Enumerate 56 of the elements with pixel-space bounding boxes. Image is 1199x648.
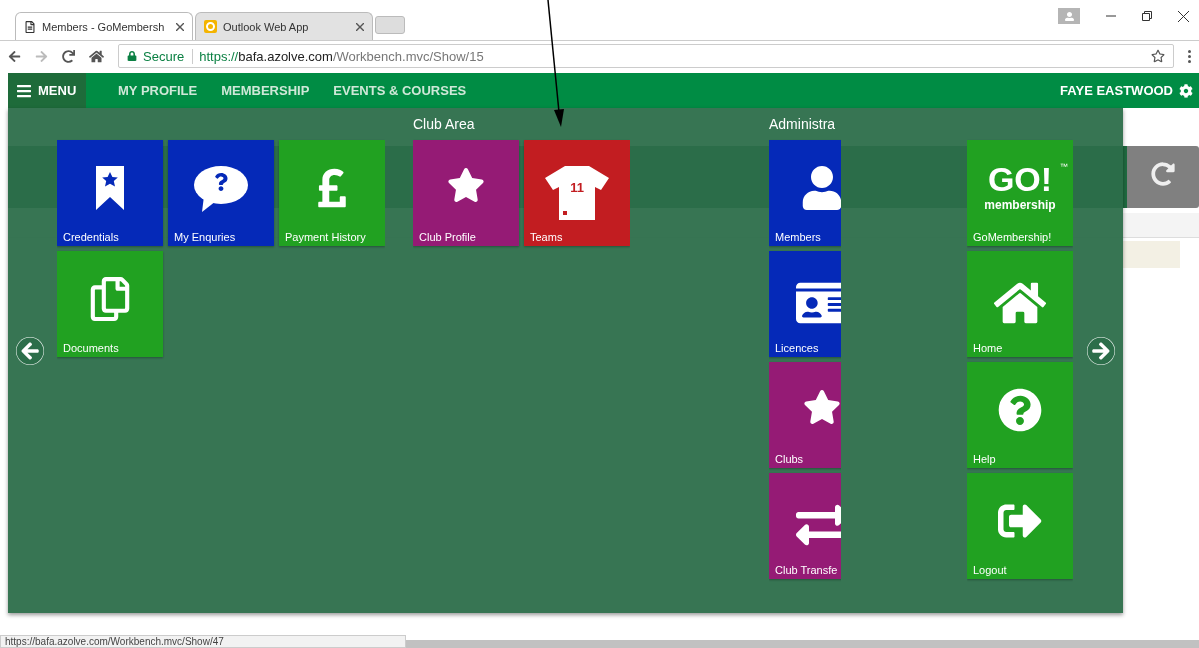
- nav-link[interactable]: EVENTS & COURSES: [333, 83, 467, 98]
- next-button[interactable]: [1087, 337, 1115, 365]
- menu-button[interactable]: MENU: [8, 73, 86, 108]
- scrollbar[interactable]: [406, 640, 1199, 648]
- url-text: https://bafa.azolve.com/Workbench.mvc/Show/15: [199, 48, 484, 64]
- menu-tile[interactable]: Payment History: [279, 140, 385, 246]
- refresh-icon: [1151, 162, 1175, 186]
- menu-tile[interactable]: Logout: [967, 473, 1073, 579]
- bookmark-star-icon: [96, 166, 124, 210]
- restore-icon[interactable]: [1142, 11, 1152, 21]
- nav-link[interactable]: MEMBERSHIP: [221, 83, 310, 98]
- documents-icon: [88, 277, 132, 321]
- menu-tile[interactable]: My Enquries: [168, 140, 274, 246]
- menu-tile[interactable]: 11 Teams: [524, 140, 630, 246]
- settings-icon[interactable]: [1179, 83, 1193, 98]
- address-field[interactable]: Secure https://bafa.azolve.com/Workbench.mvc/Show/15: [118, 44, 1174, 68]
- status-url: https://bafa.azolve.com/Workbench.mvc/Show/47: [0, 635, 406, 648]
- bookmark-star-icon[interactable]: [1151, 49, 1165, 63]
- star-icon: [447, 166, 485, 204]
- star-icon: [803, 388, 841, 426]
- outlook-icon: [204, 20, 217, 33]
- refresh-button[interactable]: [1127, 146, 1199, 208]
- close-icon[interactable]: [176, 22, 184, 31]
- reload-icon[interactable]: [62, 49, 75, 63]
- lock-icon: [127, 51, 137, 61]
- menu-tile[interactable]: Club Transfe: [769, 473, 841, 579]
- shirt-icon: 11: [545, 166, 609, 220]
- section-heading: Administra: [769, 116, 836, 134]
- user-icon: [800, 166, 841, 210]
- menu-tile[interactable]: Clubs: [769, 362, 841, 468]
- section-heading: Club Area: [413, 116, 475, 134]
- table-cell: [1123, 241, 1180, 268]
- more-icon[interactable]: [1188, 49, 1191, 63]
- close-icon[interactable]: [356, 22, 364, 31]
- close-icon[interactable]: [1178, 10, 1189, 22]
- page-icon: [24, 20, 36, 33]
- menu-tile[interactable]: Help: [967, 362, 1073, 468]
- menu-tile[interactable]: GO! membership ™ GoMembership!: [967, 140, 1073, 246]
- previous-button[interactable]: [16, 337, 44, 365]
- menu-tile[interactable]: Licences: [769, 251, 841, 357]
- secure-label: Secure: [143, 48, 194, 64]
- menu-tile[interactable]: Home: [967, 251, 1073, 357]
- nav-link[interactable]: MY PROFILE: [118, 83, 198, 98]
- menu-tile[interactable]: Documents: [57, 251, 163, 357]
- home-icon[interactable]: [89, 48, 104, 64]
- browser-tab[interactable]: Outlook Web App: [195, 12, 373, 40]
- menu-icon: [16, 82, 32, 99]
- back-icon[interactable]: [8, 49, 21, 63]
- help-icon: [998, 388, 1042, 432]
- menu-tile[interactable]: Club Profile: [413, 140, 519, 246]
- menu-tile[interactable]: Members: [769, 140, 841, 246]
- menu-tile[interactable]: Credentials: [57, 140, 163, 246]
- user-name[interactable]: FAYE EASTWOOD: [1060, 83, 1173, 98]
- question-bubble-icon: [194, 166, 248, 212]
- browser-tab[interactable]: Members - GoMembersh: [15, 12, 193, 40]
- gomembership-logo: GO! membership ™: [983, 160, 1068, 213]
